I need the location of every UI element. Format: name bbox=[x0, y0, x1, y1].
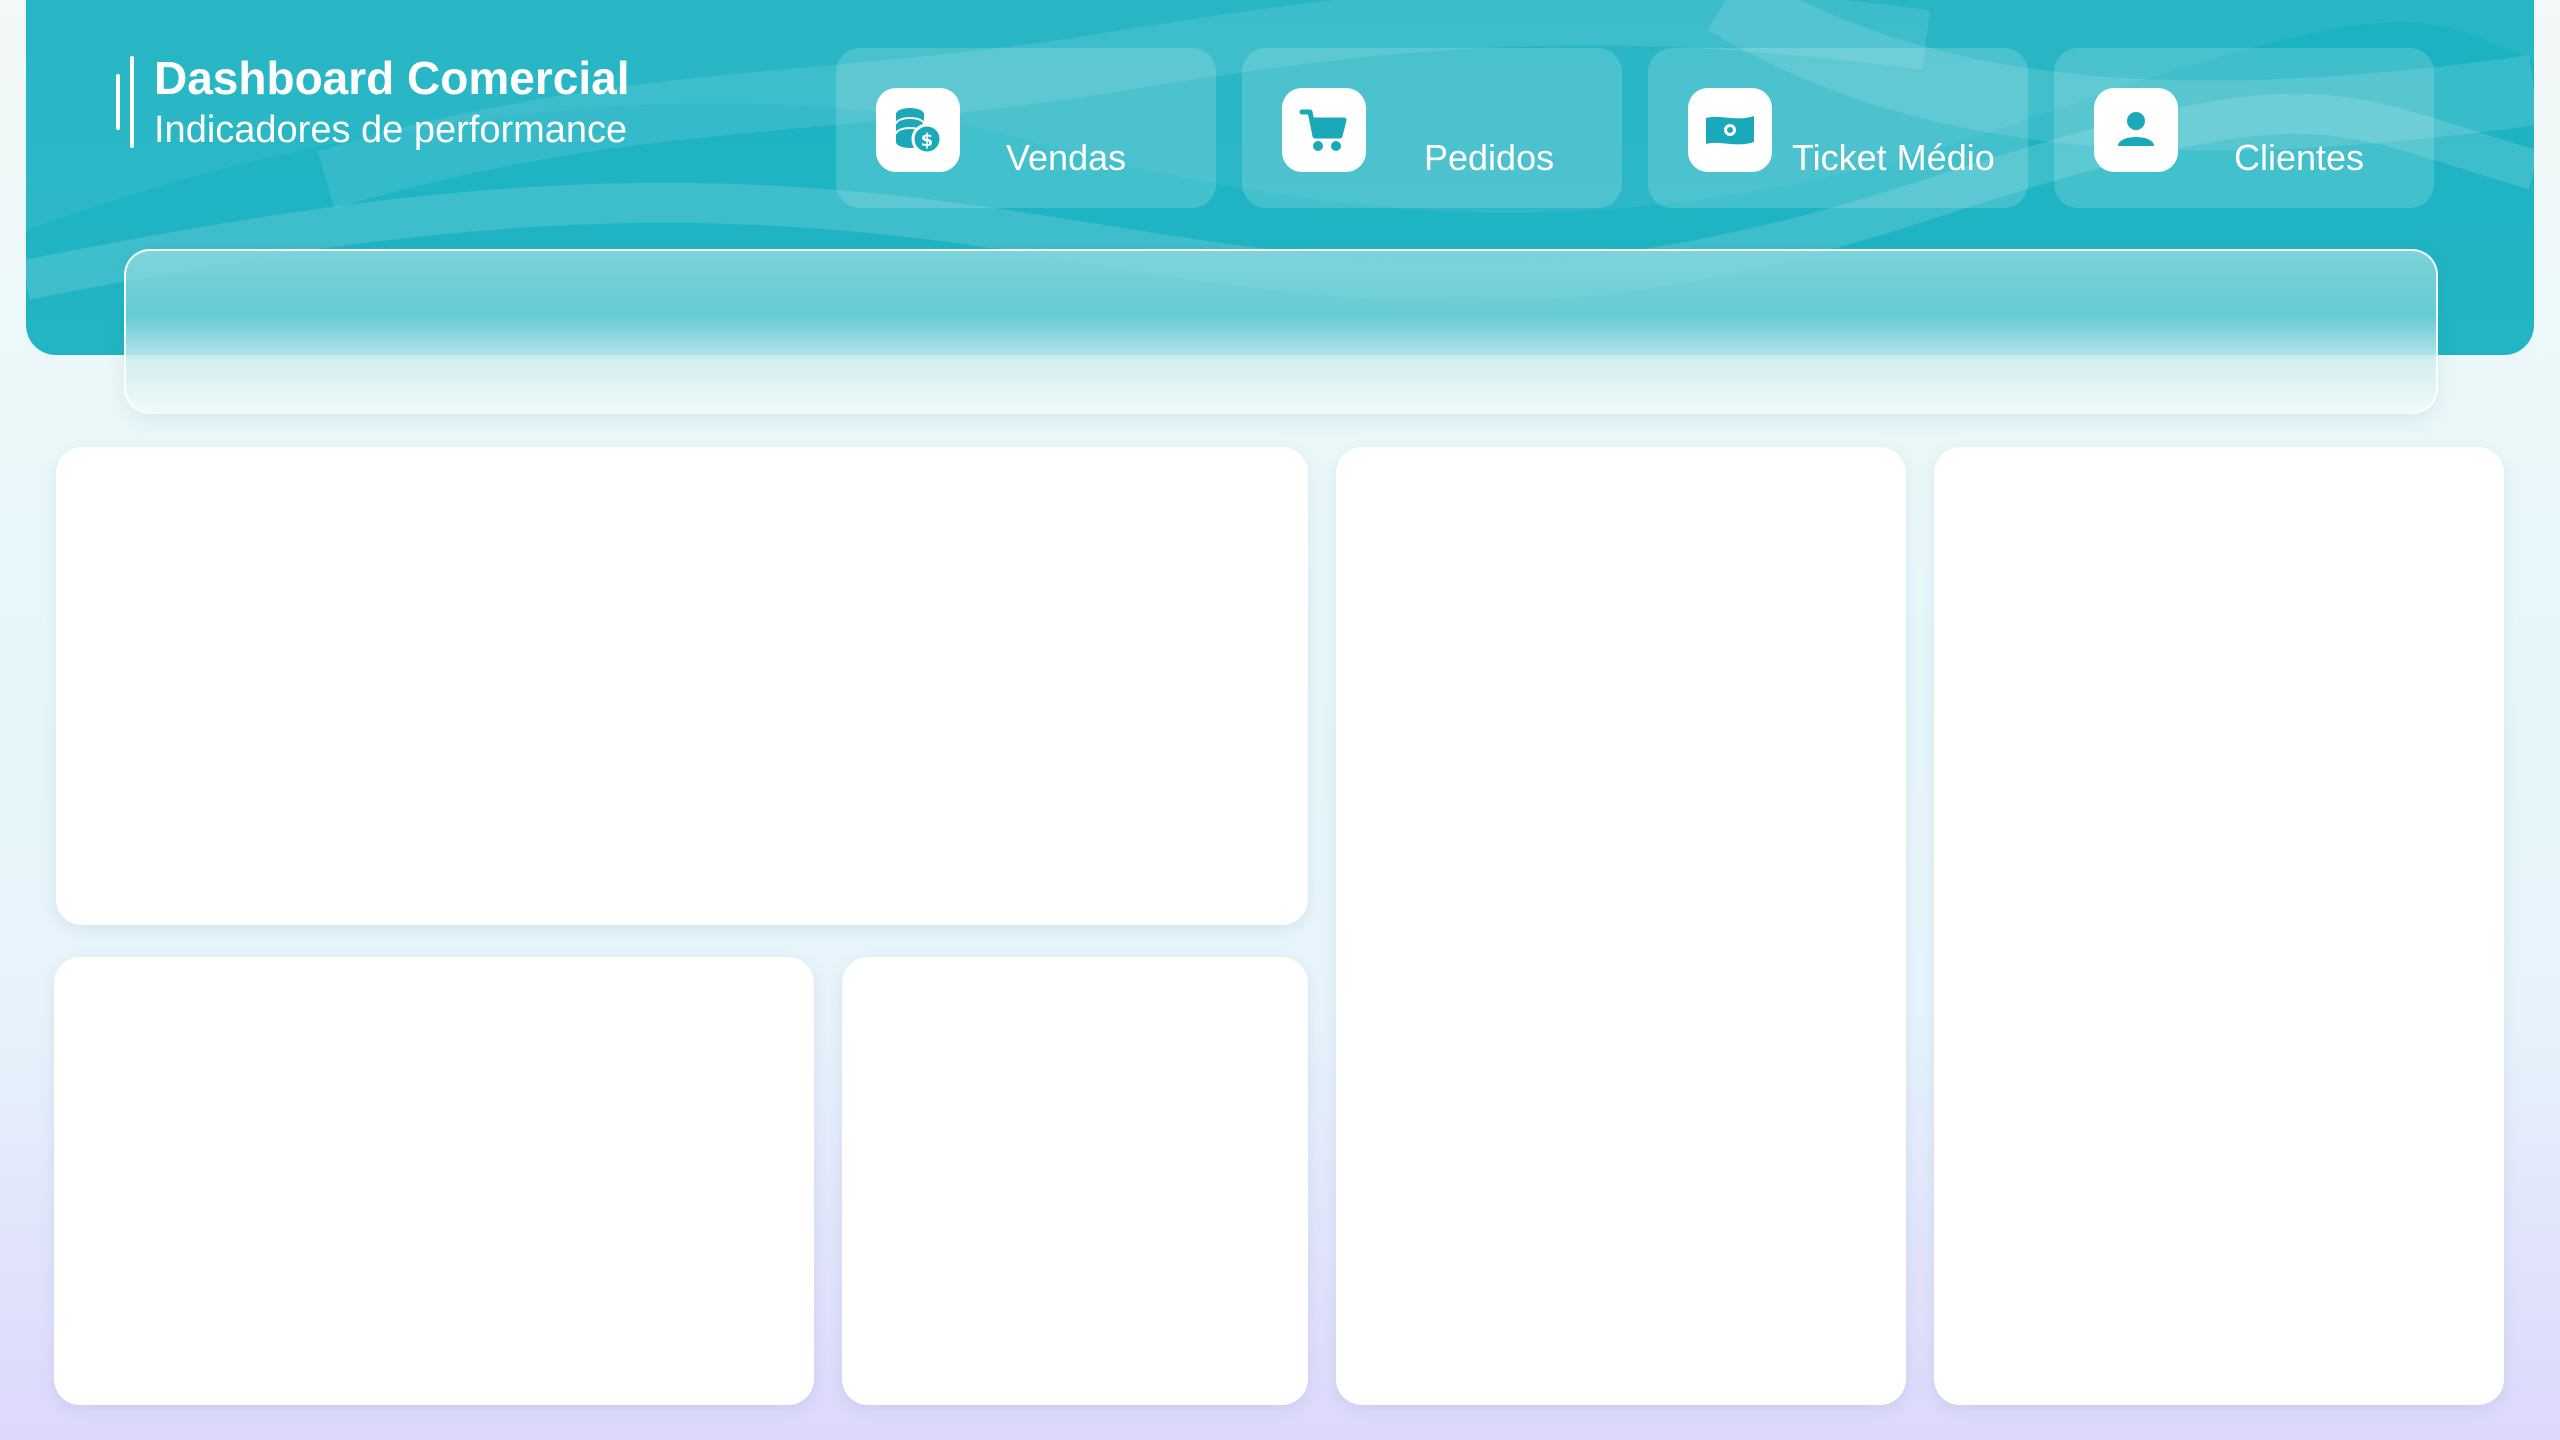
kpi-card-clientes[interactable]: Clientes bbox=[2054, 48, 2434, 208]
svg-text:$: $ bbox=[921, 130, 934, 151]
user-icon bbox=[2094, 88, 2178, 172]
coins-dollar-icon: $ bbox=[876, 88, 960, 172]
panel-bottom-middle bbox=[842, 957, 1308, 1405]
kpi-label-pedidos: Pedidos bbox=[1424, 137, 1555, 178]
kpi-label-ticket-medio: Ticket Médio bbox=[1792, 137, 1995, 178]
brand-block: Dashboard Comercial Indicadores de perfo… bbox=[116, 50, 629, 154]
kpi-card-ticket-medio[interactable]: Ticket Médio bbox=[1648, 48, 2028, 208]
kpi-card-pedidos[interactable]: Pedidos bbox=[1242, 48, 1622, 208]
kpi-card-vendas[interactable]: $ Vendas bbox=[836, 48, 1216, 208]
shopping-cart-icon bbox=[1282, 88, 1366, 172]
panel-main-chart bbox=[56, 447, 1308, 925]
kpi-label-vendas: Vendas bbox=[1006, 137, 1127, 178]
page-title: Dashboard Comercial bbox=[154, 52, 630, 104]
filter-bar bbox=[124, 249, 2438, 414]
kpi-label-clientes: Clientes bbox=[2234, 137, 2365, 178]
brand-logo-icon bbox=[116, 56, 134, 148]
panel-bottom-left bbox=[54, 957, 814, 1405]
banknote-icon bbox=[1688, 88, 1772, 172]
page-subtitle: Indicadores de performance bbox=[154, 109, 628, 151]
panel-right-2 bbox=[1934, 447, 2504, 1405]
panel-right-1 bbox=[1336, 447, 1906, 1405]
